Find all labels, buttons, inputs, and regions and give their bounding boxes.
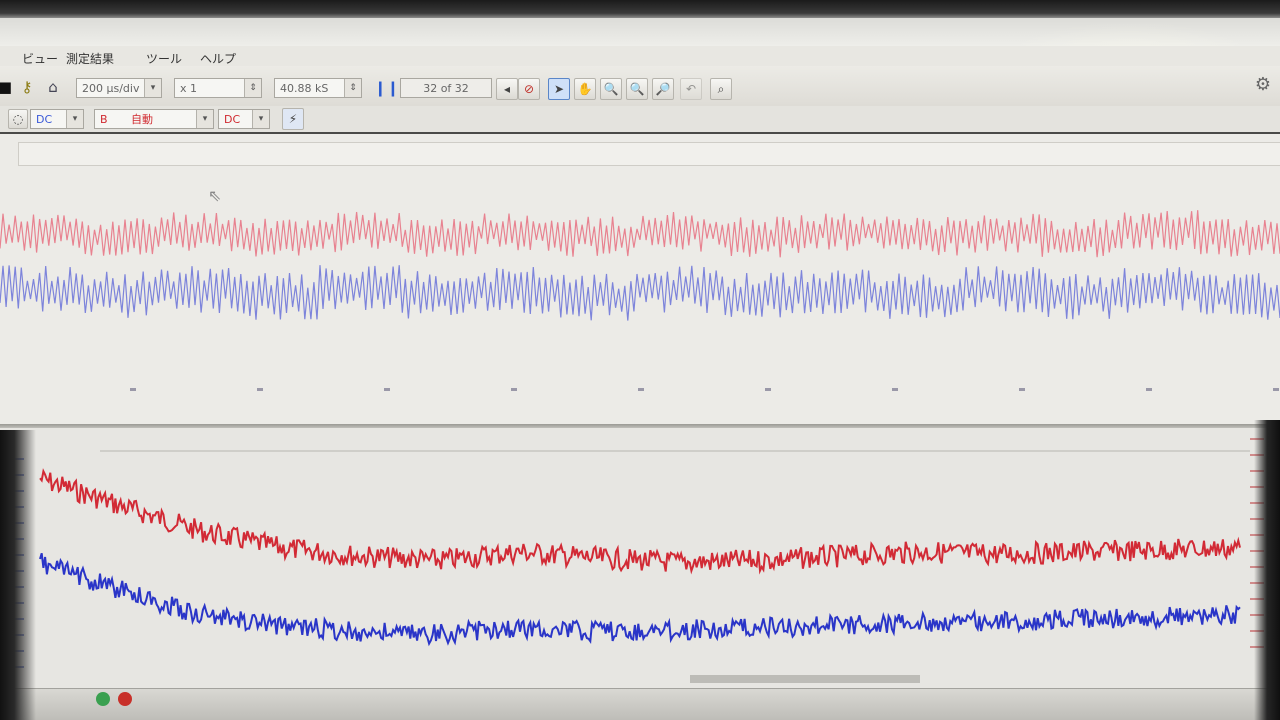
zoom-stepper[interactable]: x 1 ⇕	[174, 78, 262, 98]
timebase-value: 200 μs/div	[82, 82, 140, 95]
axis-tick	[1019, 388, 1025, 391]
axis-tick	[511, 388, 517, 391]
menu-tools[interactable]: ツール	[146, 50, 182, 67]
run-icon[interactable]	[96, 692, 110, 706]
key-icon[interactable]: ⚷	[16, 76, 38, 98]
rewind-icon: ◂	[503, 82, 511, 96]
main-toolbar: ■ ⚷ ⌂ 200 μs/div ▾ x 1 ⇕ 40.88 kS ⇕ ❙❙ 3…	[0, 66, 1280, 107]
chevron-down-icon: ▾	[196, 110, 213, 128]
window-titlebar	[0, 18, 1280, 47]
status-bar	[0, 675, 1280, 720]
no-entry-icon: ⊘	[523, 82, 535, 96]
waveform-buffer-icon[interactable]: ❙❙	[374, 77, 399, 99]
zoom-value: x 1	[180, 82, 198, 95]
lower-waveform-chart	[10, 438, 1264, 668]
undo-zoom-button[interactable]: ↶	[680, 78, 702, 100]
zoom-out-icon: 🔎	[655, 82, 671, 96]
channel-a-button[interactable]: ◌	[8, 109, 28, 129]
axis-tick	[130, 388, 136, 391]
settings-icon[interactable]: ⚙	[1252, 74, 1274, 96]
axis-tick	[257, 388, 263, 391]
monitor-bezel-right	[1254, 420, 1280, 720]
stop-record-icon[interactable]	[118, 692, 132, 706]
stop-icon[interactable]: ■	[0, 76, 16, 98]
lower-scope-view[interactable]	[0, 428, 1280, 690]
channel-b-mode: 自動	[131, 113, 154, 126]
monitor-bezel-left	[0, 430, 36, 720]
channel-a-coupling: DC	[36, 113, 53, 126]
oscilloscope-screen: ビュー 測定結果 ツール ヘルプ ■ ⚷ ⌂ 200 μs/div ▾ x 1 …	[0, 0, 1280, 720]
zoom-out-button[interactable]: 🔎	[652, 78, 674, 100]
axis-tick	[765, 388, 771, 391]
prev-frame-button[interactable]: ◂	[496, 78, 518, 100]
upper-waveform-chart	[0, 210, 1280, 391]
signal-generator-button[interactable]: ⚡	[282, 108, 304, 130]
channel-toolbar: ◌ DC ▾ B 自動 ▾ DC ▾ ⚡	[0, 106, 1280, 134]
scroll-strip[interactable]	[690, 675, 920, 683]
axis-tick	[892, 388, 898, 391]
hand-pan-icon: ✋	[577, 82, 593, 96]
axis-tick	[384, 388, 390, 391]
zoom-area-icon: 🔍	[629, 82, 645, 96]
chevron-down-icon: ▾	[66, 110, 83, 128]
menu-measurements[interactable]: 測定結果	[66, 50, 114, 67]
zoom-fit-icon: ⌕	[717, 82, 725, 96]
stepper-icon[interactable]: ⇕	[344, 79, 361, 97]
lower-series-blue-trace	[39, 553, 1241, 647]
arrow-pointer-icon: ➤	[553, 82, 565, 96]
axis-tick	[1273, 388, 1279, 391]
timebase-select[interactable]: 200 μs/div ▾	[76, 78, 162, 98]
upper-series-red-trace	[0, 210, 1280, 258]
channel-a-coupling-select[interactable]: DC ▾	[30, 109, 84, 129]
zoom-in-icon: 🔍	[603, 82, 619, 96]
buffer-navigator[interactable]: 32 of 32	[400, 78, 492, 98]
samples-stepper[interactable]: 40.88 kS ⇕	[274, 78, 362, 98]
menu-bar: ビュー 測定結果 ツール ヘルプ	[0, 46, 1280, 68]
upper-series-blue-trace	[0, 265, 1280, 321]
samples-value: 40.88 kS	[280, 82, 329, 95]
select-tool-button[interactable]: ➤	[548, 78, 570, 100]
signal-generator-icon: ⚡	[288, 112, 298, 126]
axis-tick	[638, 388, 644, 391]
channel-b-coupling-select[interactable]: DC ▾	[218, 109, 270, 129]
home-icon[interactable]: ⌂	[42, 76, 64, 98]
zoom-area-button[interactable]: 🔍	[626, 78, 648, 100]
channel-b-range-select[interactable]: B 自動 ▾	[94, 109, 214, 129]
menu-help[interactable]: ヘルプ	[200, 50, 236, 67]
zoom-in-button[interactable]: 🔍	[600, 78, 622, 100]
zoom-fit-button[interactable]: ⌕	[710, 78, 732, 100]
clear-button[interactable]: ⊘	[518, 78, 540, 100]
channel-b-label: B	[100, 113, 108, 126]
stepper-icon[interactable]: ⇕	[244, 79, 261, 97]
channel-b-coupling: DC	[224, 113, 241, 126]
pan-tool-button[interactable]: ✋	[574, 78, 596, 100]
axis-tick	[1146, 388, 1152, 391]
lower-series-red-trace	[39, 468, 1241, 575]
menu-view[interactable]: ビュー	[22, 50, 58, 67]
upper-scope-view[interactable]: ⇖	[0, 134, 1280, 426]
chevron-down-icon: ▾	[144, 79, 161, 97]
channel-icon: ◌	[12, 112, 24, 126]
frame-counter: 32 of 32	[423, 82, 469, 95]
chevron-down-icon: ▾	[252, 110, 269, 128]
undo-icon: ↶	[685, 82, 697, 96]
